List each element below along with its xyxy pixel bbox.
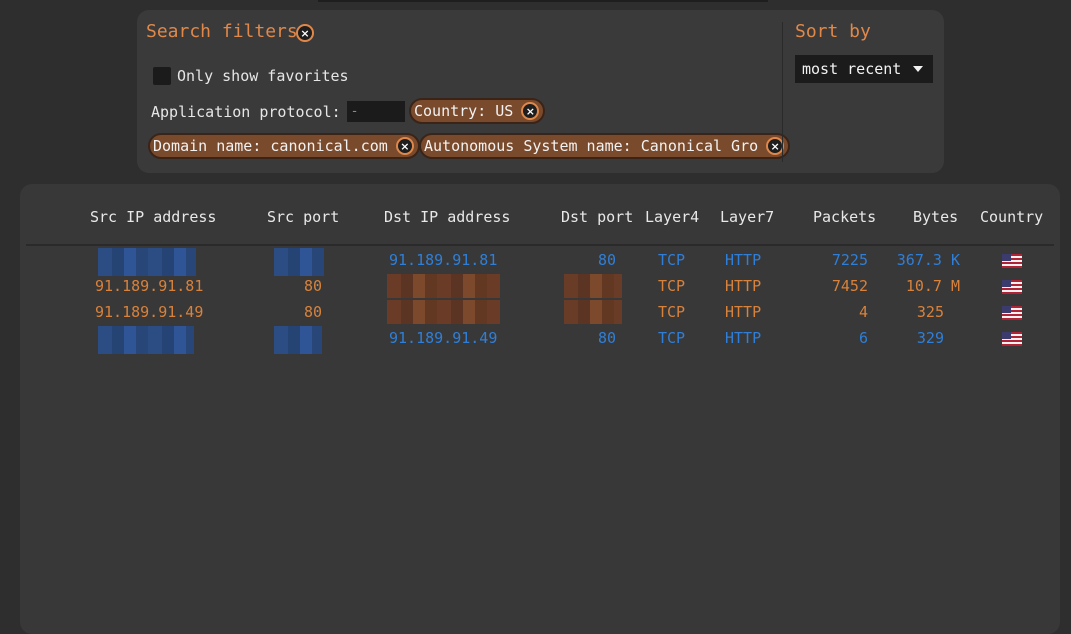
- src-ip-cell: 91.189.91.49: [95, 303, 204, 321]
- sort-by-title: Sort by: [795, 21, 871, 42]
- layer7-cell: HTTP: [725, 329, 762, 347]
- redacted-dst-ip: [387, 300, 500, 324]
- redacted-src-ip: [98, 326, 194, 354]
- packets-cell: 7225: [831, 251, 868, 269]
- layer4-cell: TCP: [658, 329, 686, 347]
- redacted-src-port: [274, 326, 322, 354]
- packets-cell: 7452: [831, 277, 868, 295]
- header-dst-ip[interactable]: Dst IP address: [384, 208, 510, 226]
- us-flag-icon: [1002, 332, 1022, 346]
- search-filters-panel: Search filters × Only show favorites App…: [137, 10, 944, 173]
- connections-table: Src IP address Src port Dst IP address D…: [20, 184, 1060, 634]
- redacted-dst-ip: [387, 274, 500, 298]
- app-protocol-filter: Application protocol: -: [151, 101, 405, 122]
- packets-cell: 6: [858, 329, 868, 347]
- dst-ip-cell: 91.189.91.81: [389, 251, 498, 269]
- dst-port-cell: 80: [597, 251, 616, 269]
- layer7-cell: HTTP: [725, 251, 762, 269]
- header-layer7[interactable]: Layer7: [720, 208, 774, 226]
- domain-filter-chip: Domain name: canonical.com ×: [148, 133, 420, 159]
- bytes-cell: 325: [916, 303, 944, 321]
- src-ip-cell: 91.189.91.81: [95, 277, 204, 295]
- country-filter-chip: Country: US ×: [409, 98, 546, 124]
- header-dst-port[interactable]: Dst port: [561, 208, 633, 226]
- search-filters-title: Search filters: [146, 21, 298, 42]
- redacted-src-ip: [98, 248, 196, 276]
- packets-cell: 4: [858, 303, 868, 321]
- layer4-cell: TCP: [658, 277, 686, 295]
- header-divider: [26, 244, 1054, 246]
- redacted-src-port: [274, 248, 324, 276]
- layer4-cell: TCP: [658, 251, 686, 269]
- table-row[interactable]: 91.189.91.81 80 TCP HTTP 7225 367.3 K: [20, 248, 1060, 276]
- dst-ip-cell: 91.189.91.49: [389, 329, 498, 347]
- bytes-cell: 329: [916, 329, 944, 347]
- bytes-cell: 367.3 K: [896, 251, 960, 269]
- asn-filter-chip: Autonomous System name: Canonical Gro ×: [419, 133, 791, 159]
- dst-port-cell: 80: [597, 329, 616, 347]
- filters-sort-divider: [782, 22, 783, 162]
- header-layer4[interactable]: Layer4: [645, 208, 699, 226]
- us-flag-icon: [1002, 280, 1022, 294]
- remove-domain-filter-icon[interactable]: ×: [395, 137, 414, 155]
- header-src-port[interactable]: Src port: [267, 208, 339, 226]
- header-src-ip[interactable]: Src IP address: [90, 208, 216, 226]
- table-row[interactable]: 91.189.91.49 80 TCP HTTP 6 329: [20, 326, 1060, 354]
- country-chip-label: Country: US: [414, 102, 514, 120]
- layer7-cell: HTTP: [725, 277, 762, 295]
- favorites-label: Only show favorites: [177, 67, 349, 85]
- asn-chip-label: Autonomous System name: Canonical Gro: [424, 137, 759, 155]
- header-country[interactable]: Country: [980, 208, 1043, 226]
- src-port-cell: 80: [303, 303, 322, 321]
- bytes-cell: 10.7 M: [905, 277, 960, 295]
- redacted-dst-port: [564, 300, 622, 324]
- layer4-cell: TCP: [658, 303, 686, 321]
- layer7-cell: HTTP: [725, 303, 762, 321]
- chevron-down-icon: [913, 66, 923, 72]
- header-bytes[interactable]: Bytes: [913, 208, 958, 226]
- redacted-dst-port: [564, 274, 622, 298]
- favorites-filter[interactable]: Only show favorites: [153, 67, 349, 85]
- remove-country-filter-icon[interactable]: ×: [521, 102, 540, 120]
- us-flag-icon: [1002, 306, 1022, 320]
- domain-chip-label: Domain name: canonical.com: [153, 137, 388, 155]
- table-row[interactable]: 91.189.91.49 80 TCP HTTP 4 325: [20, 300, 1060, 326]
- app-protocol-label: Application protocol:: [151, 102, 341, 121]
- table-row[interactable]: 91.189.91.81 80 TCP HTTP 7452 10.7 M: [20, 274, 1060, 300]
- clear-filters-button[interactable]: ×: [296, 24, 314, 42]
- sort-selected-value: most recent: [802, 60, 902, 78]
- top-divider: [318, 0, 768, 2]
- header-packets[interactable]: Packets: [813, 208, 876, 226]
- favorites-checkbox[interactable]: [153, 67, 171, 85]
- sort-by-select[interactable]: most recent: [795, 55, 933, 83]
- us-flag-icon: [1002, 254, 1022, 268]
- app-protocol-input[interactable]: -: [346, 101, 405, 122]
- src-port-cell: 80: [303, 277, 322, 295]
